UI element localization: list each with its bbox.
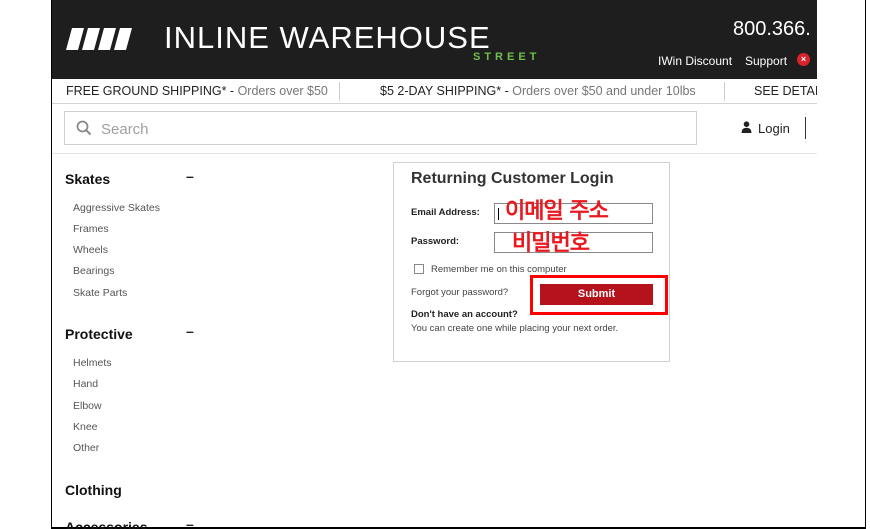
nav-divider xyxy=(52,153,817,154)
logo-subtitle: STREET xyxy=(473,51,541,63)
sidebar-item-skate-parts[interactable]: Skate Parts xyxy=(73,287,127,299)
sidebar-item-frames[interactable]: Frames xyxy=(73,223,109,235)
create-account-note: You can create one while placing your ne… xyxy=(411,323,619,334)
category-skates[interactable]: Skates xyxy=(65,171,110,187)
sidebar-item-wheels[interactable]: Wheels xyxy=(73,244,108,256)
account-divider xyxy=(805,117,806,139)
search-input[interactable] xyxy=(101,118,681,140)
free-shipping-label: FREE GROUND SHIPPING* - xyxy=(66,84,235,98)
skates-collapse-toggle[interactable]: – xyxy=(186,168,194,184)
protective-collapse-toggle[interactable]: – xyxy=(186,323,194,339)
category-protective[interactable]: Protective xyxy=(65,326,133,342)
sidebar-item-knee[interactable]: Knee xyxy=(73,421,98,433)
email-annotation: 이메일 주소 xyxy=(505,199,609,224)
see-details-link[interactable]: SEE DETAI xyxy=(754,84,817,98)
accessories-collapse-toggle[interactable]: – xyxy=(186,516,194,529)
close-icon[interactable]: × xyxy=(797,53,810,66)
remember-me-label[interactable]: Remember me on this computer xyxy=(431,264,567,275)
phone-number[interactable]: 800.366. xyxy=(733,18,811,41)
logo-stripes-icon xyxy=(66,28,132,50)
password-label: Password: xyxy=(411,236,460,247)
shipping-divider xyxy=(339,82,340,101)
shipping-bar: FREE GROUND SHIPPING* - Orders over $50 … xyxy=(52,79,817,104)
shipping-divider xyxy=(724,82,725,101)
forgot-password-link[interactable]: Forgot your password? xyxy=(411,287,508,298)
login-link[interactable]: Login xyxy=(758,121,790,136)
search-icon xyxy=(76,120,92,136)
free-shipping-note: Orders over $50 xyxy=(237,84,328,98)
sidebar-item-helmets[interactable]: Helmets xyxy=(73,357,112,369)
user-icon xyxy=(741,121,752,133)
free-shipping-promo[interactable]: FREE GROUND SHIPPING* - Orders over $50 xyxy=(66,84,328,98)
sidebar-item-other[interactable]: Other xyxy=(73,442,99,454)
support-link[interactable]: Support xyxy=(745,54,787,68)
frame-right-border xyxy=(865,0,866,529)
two-day-shipping-label: $5 2-DAY SHIPPING* - xyxy=(380,84,509,98)
logo-text[interactable]: INLINE WAREHOUSE xyxy=(164,20,491,56)
sidebar-item-hand[interactable]: Hand xyxy=(73,378,98,390)
search-box[interactable] xyxy=(64,111,697,145)
email-label: Email Address: xyxy=(411,207,480,218)
category-accessories[interactable]: Accessories xyxy=(65,519,148,529)
sidebar-item-aggressive-skates[interactable]: Aggressive Skates xyxy=(73,202,160,214)
login-panel-title: Returning Customer Login xyxy=(411,170,614,187)
no-account-heading: Don't have an account? xyxy=(411,309,518,320)
password-annotation: 비밀번호 xyxy=(512,231,590,256)
text-caret xyxy=(498,208,499,220)
returning-customer-login-panel: Returning Customer Login Email Address: … xyxy=(393,162,670,362)
sidebar-item-elbow[interactable]: Elbow xyxy=(73,400,102,412)
submit-highlight-box xyxy=(530,275,668,315)
two-day-shipping-note: Orders over $50 and under 10lbs xyxy=(512,84,696,98)
category-clothing[interactable]: Clothing xyxy=(65,482,122,498)
iwin-discount-link[interactable]: IWin Discount xyxy=(658,54,732,68)
two-day-shipping-promo[interactable]: $5 2-DAY SHIPPING* - Orders over $50 and… xyxy=(380,84,696,98)
remember-me-checkbox[interactable] xyxy=(414,264,424,274)
site-header: INLINE WAREHOUSE STREET 800.366. IWin Di… xyxy=(52,0,817,79)
sidebar-item-bearings[interactable]: Bearings xyxy=(73,265,114,277)
